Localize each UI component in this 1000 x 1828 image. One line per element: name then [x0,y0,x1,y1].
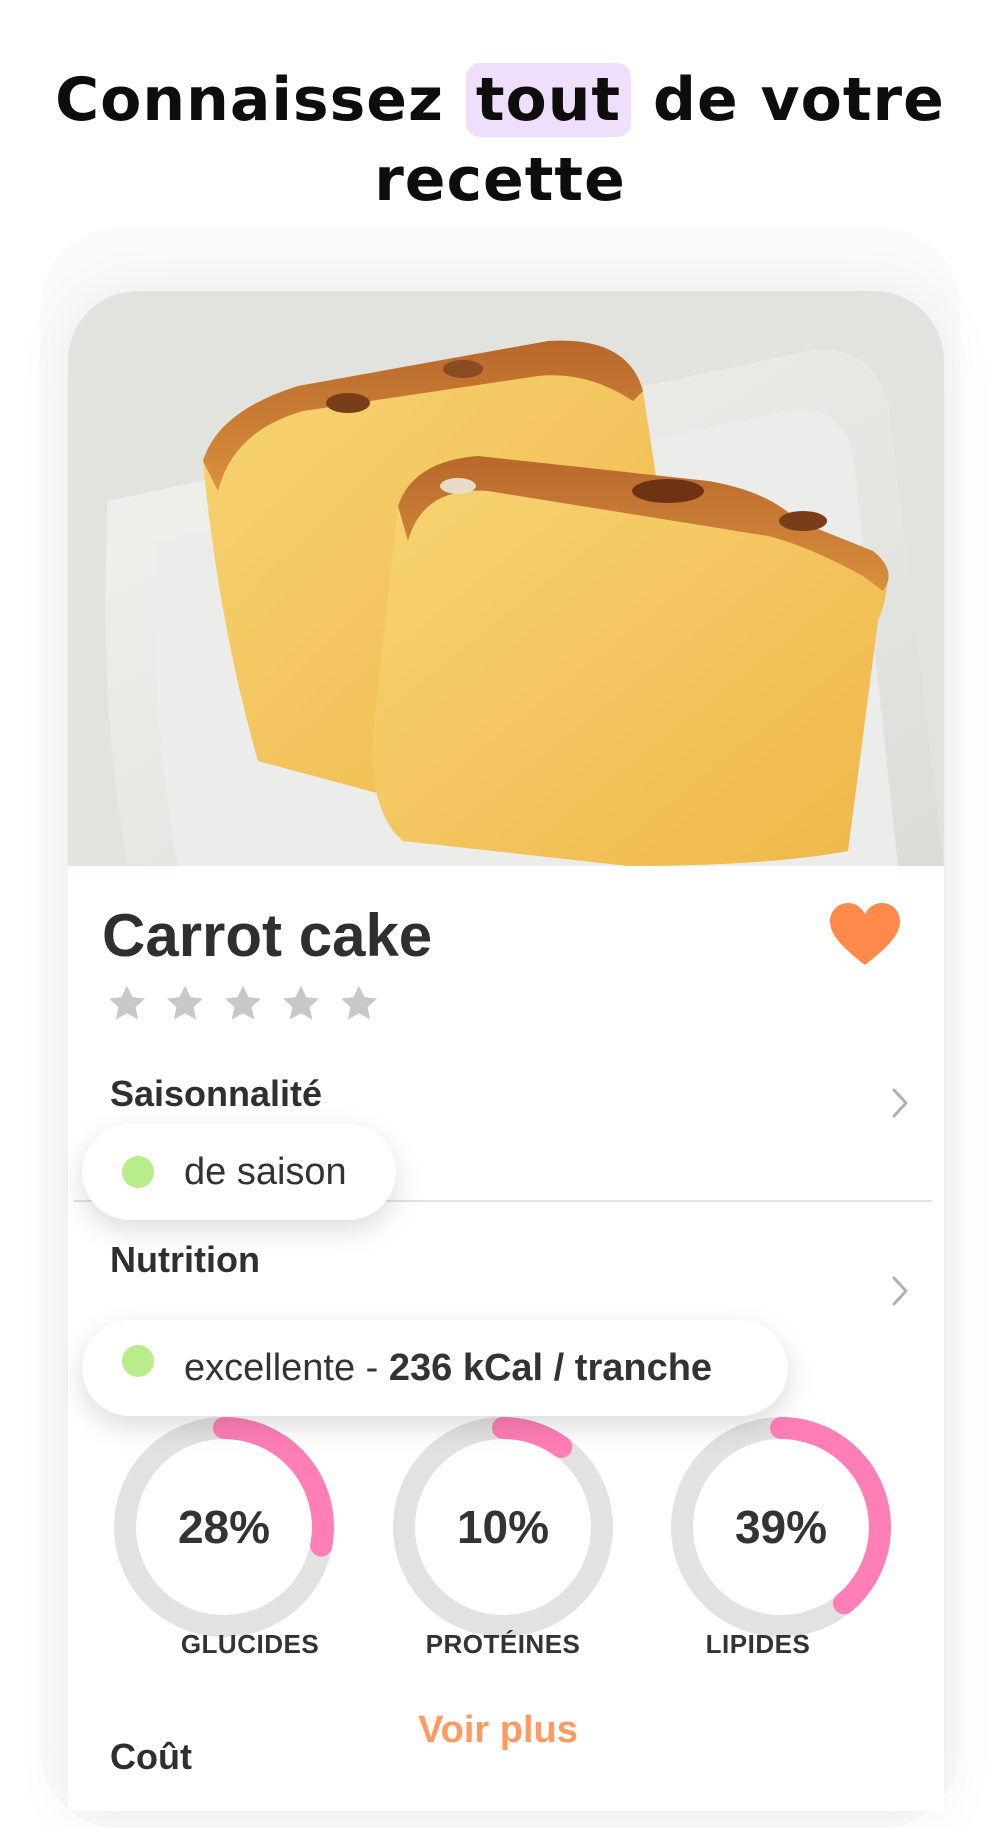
seasonality-value: de saison [184,1150,347,1193]
star-icon[interactable] [222,983,264,1025]
headline-highlight: tout [465,63,632,137]
recipe-card[interactable]: Carrot cake Saisonnalité Nutrition 28% G… [68,291,944,1811]
cost-label: Coût [110,1736,192,1777]
headline-line-1: Connaissez tout de votre [0,60,1000,140]
status-dot [122,1156,154,1188]
macro-value: 39% [734,1501,828,1553]
rating-stars[interactable] [106,983,380,1025]
nutrition-label: Nutrition [110,1239,260,1280]
voir-plus-link[interactable]: Voir plus [368,1709,628,1752]
star-icon[interactable] [338,983,380,1025]
headline: Connaissez tout de votre recette [0,60,1000,220]
macro-value: 10% [456,1501,550,1553]
heart-icon[interactable] [830,903,900,967]
headline-part-2: de votre [653,65,945,135]
star-icon[interactable] [106,983,148,1025]
macro-ring-proteines: 10% [390,1414,616,1640]
headline-part-1: Connaissez [55,65,444,135]
seasonality-label: Saisonnalité [110,1073,323,1114]
macro-label: GLUCIDES [180,1629,320,1659]
headline-line-2: recette [374,145,626,215]
status-dot [122,1345,154,1377]
nutrition-calories: 236 kCal / tranche [388,1346,713,1389]
star-icon[interactable] [280,983,322,1025]
chevron-right-icon[interactable] [890,1087,910,1119]
chevron-right-icon[interactable] [890,1275,910,1307]
recipe-title: Carrot cake [102,902,433,969]
macro-value: 28% [177,1501,271,1553]
nutrition-quality: excellente - [184,1346,389,1389]
macro-label: LIPIDES [705,1629,811,1659]
macro-ring-lipides: 39% [668,1414,894,1640]
seasonality-pill[interactable]: de saison [82,1124,396,1220]
nutrition-pill[interactable]: excellente - 236 kCal / tranche [82,1320,788,1416]
macro-ring-glucides: 28% [111,1414,337,1640]
star-icon[interactable] [164,983,206,1025]
recipe-photo [68,291,944,866]
macro-label: PROTÉINES [425,1629,581,1659]
